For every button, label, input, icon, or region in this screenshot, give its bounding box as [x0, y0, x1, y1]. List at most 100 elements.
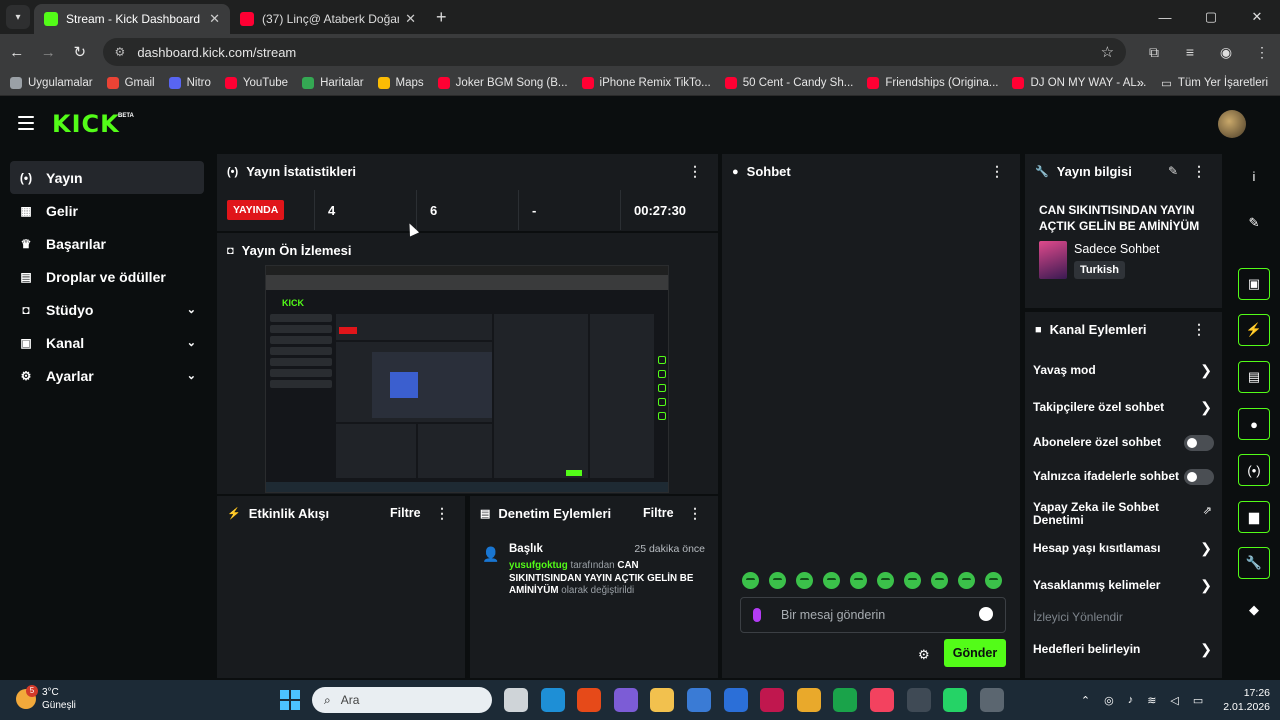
tab-search-icon[interactable]: ▾ [6, 5, 30, 29]
channel-action-label[interactable]: Hesap yaşı kısıtlaması [1033, 542, 1219, 555]
profile-icon[interactable]: ◉ [1208, 44, 1244, 61]
bookmark-item[interactable]: YouTube [224, 76, 288, 89]
preview-icon[interactable]: ▣ [1238, 268, 1270, 300]
weather-widget[interactable]: 5 3°C Güneşli [16, 685, 76, 712]
channel-action-label[interactable]: Takipçilere özel sohbet [1033, 401, 1219, 414]
bookmark-item[interactable]: Maps [377, 76, 424, 89]
microphone-icon[interactable] [753, 608, 761, 622]
hamburger-menu-icon[interactable] [18, 116, 34, 130]
chat-icon[interactable]: ● [1238, 408, 1270, 440]
back-button[interactable]: ← [2, 44, 32, 61]
microphone-tray-icon[interactable]: ♪ [1128, 694, 1134, 706]
volume-icon[interactable]: ◁ [1170, 694, 1178, 707]
close-window-button[interactable]: ✕ [1234, 0, 1280, 34]
music-icon[interactable] [869, 688, 894, 712]
emote-icon[interactable] [877, 572, 894, 589]
chevron-right-icon[interactable]: ❯ [1200, 641, 1212, 658]
sidebar-item[interactable]: ◘ Stüdyo ⌄ [10, 293, 204, 326]
category-name[interactable]: Sadece Sohbet [1074, 242, 1160, 256]
chevron-down-icon[interactable]: ⌄ [187, 336, 196, 349]
bookmark-item[interactable]: Haritalar [302, 76, 364, 89]
forward-button[interactable]: → [34, 44, 64, 61]
stream-info-menu-icon[interactable]: ⋮ [1192, 163, 1206, 180]
emote-icon[interactable] [823, 572, 840, 589]
edit-pencil-icon[interactable]: ✎ [1168, 164, 1178, 178]
kick-logo[interactable]: KICK [52, 110, 120, 138]
bookmark-item[interactable]: 50 Cent - Candy Sh... [724, 76, 853, 89]
external-link-icon[interactable]: ⇗ [1203, 504, 1212, 517]
battery-icon[interactable]: ▭ [1193, 694, 1203, 707]
channel-actions-menu-icon[interactable]: ⋮ [1192, 321, 1206, 338]
sidebar-item[interactable]: ⚙ Ayarlar ⌄ [10, 359, 204, 392]
tab-close-icon[interactable]: ✕ [209, 11, 220, 27]
task-view-icon[interactable] [504, 688, 528, 712]
tab-close-icon[interactable]: ✕ [405, 11, 416, 27]
bookmark-item[interactable]: iPhone Remix TikTo... [581, 76, 711, 89]
windows-start-icon[interactable] [280, 690, 300, 710]
file-explorer-icon[interactable] [650, 688, 675, 712]
emote-icon[interactable] [769, 572, 786, 589]
toggle-switch[interactable] [1184, 435, 1214, 451]
chevron-right-icon[interactable]: ❯ [1200, 540, 1212, 557]
new-tab-button[interactable]: + [436, 7, 447, 28]
steam-icon[interactable] [979, 688, 1004, 712]
broadcast-icon[interactable]: (•) [1238, 454, 1270, 486]
minimize-button[interactable]: — [1142, 0, 1188, 34]
chat-message-input[interactable]: Bir mesaj gönderin [740, 597, 1006, 633]
chevron-right-icon[interactable]: ❯ [1200, 399, 1212, 416]
network-app-icon[interactable]: ◎ [1104, 694, 1114, 707]
emote-icon[interactable] [958, 572, 975, 589]
pencil-icon[interactable]: ✎ [1238, 207, 1270, 239]
site-info-icon[interactable]: ⚙ [115, 45, 126, 59]
edge-icon[interactable] [540, 688, 565, 712]
maximize-button[interactable]: ▢ [1188, 0, 1234, 34]
chat-settings-icon[interactable]: ⚙ [918, 647, 930, 663]
moderation-filter-button[interactable]: Filtre [643, 506, 674, 520]
copilot-icon[interactable] [613, 688, 638, 712]
stream-preview-video[interactable]: KICK [265, 265, 669, 493]
store-icon[interactable] [686, 688, 711, 712]
chrome-icon[interactable] [796, 688, 821, 712]
browser-tab[interactable]: Stream - Kick Dashboard ✕ [34, 4, 230, 34]
emote-icon[interactable] [796, 572, 813, 589]
stats-menu-icon[interactable]: ⋮ [688, 163, 702, 180]
bookmark-item[interactable]: DJ ON MY WAY - AL... [1012, 76, 1146, 89]
all-bookmarks[interactable]: ▭ Tüm Yer İşaretleri [1161, 76, 1268, 90]
sidebar-item[interactable]: (•) Yayın [10, 161, 204, 194]
sidebar-item[interactable]: ♛ Başarılar [10, 227, 204, 260]
whatsapp-icon[interactable] [943, 688, 968, 712]
clock[interactable]: 17:26 2.01.2026 [1223, 686, 1270, 714]
channel-action-label[interactable]: Hedefleri belirleyin [1033, 643, 1219, 656]
chevron-down-icon[interactable]: ⌄ [187, 369, 196, 382]
chat-menu-icon[interactable]: ⋮ [990, 163, 1004, 180]
channel-action-label[interactable]: Yapay Zeka ile Sohbet Denetimi [1033, 501, 1183, 527]
media-icon[interactable]: ≡ [1172, 44, 1208, 61]
camera-icon[interactable]: ▆ [1238, 501, 1270, 533]
emote-icon[interactable] [931, 572, 948, 589]
bookmark-item[interactable]: Joker BGM Song (B... [437, 76, 568, 89]
url-bar[interactable]: ⚙ dashboard.kick.com/stream ☆ [102, 38, 1127, 66]
office-icon[interactable] [577, 688, 602, 712]
activity-menu-icon[interactable]: ⋮ [435, 505, 449, 522]
list-icon[interactable]: ▤ [1238, 361, 1270, 393]
chevron-down-icon[interactable]: ⌄ [187, 303, 196, 316]
chevron-right-icon[interactable]: ❯ [1200, 362, 1212, 379]
emote-icon[interactable] [850, 572, 867, 589]
send-button[interactable]: Gönder [944, 639, 1006, 667]
activity-filter-button[interactable]: Filtre [390, 506, 421, 520]
wifi-icon[interactable]: ≋ [1147, 694, 1156, 707]
bookmark-item[interactable]: Nitro [168, 76, 211, 89]
bolt-icon[interactable]: ⚡ [1238, 314, 1270, 346]
menu-icon[interactable]: ⋮ [1244, 44, 1280, 61]
shapes-icon[interactable]: ◆ [1238, 594, 1270, 626]
channel-action-label[interactable]: Yavaş mod [1033, 364, 1219, 377]
reload-button[interactable]: ↻ [65, 43, 95, 61]
emote-icon[interactable] [985, 572, 1002, 589]
kick-app-icon[interactable] [833, 688, 858, 712]
browser-tab[interactable]: (37) Linç@ Ataberk Doğan - 3. ✕ [230, 4, 426, 34]
chrome-active-icon[interactable] [906, 688, 931, 712]
tray-expand-icon[interactable]: ⌃ [1081, 694, 1090, 707]
emoji-icon[interactable] [979, 607, 993, 621]
mod-entry-user[interactable]: yusufgoktug [509, 560, 568, 571]
channel-action-label[interactable]: Yasaklanmış kelimeler [1033, 579, 1219, 592]
